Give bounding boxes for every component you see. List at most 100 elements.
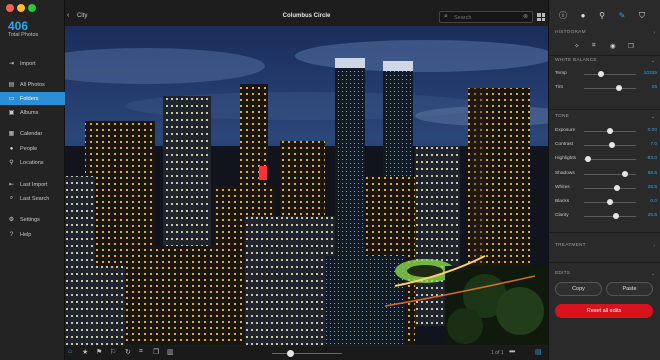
grid-cell bbox=[541, 17, 545, 21]
sidebar-item-label: Calendar bbox=[20, 130, 43, 137]
rotate-icon[interactable]: ↻ bbox=[125, 348, 131, 356]
slider-handle[interactable] bbox=[597, 71, 604, 77]
pencil-edit-icon[interactable]: ✎ bbox=[617, 11, 627, 21]
slider-label: Exposure bbox=[555, 128, 576, 133]
slider-label: Clarity bbox=[555, 213, 569, 218]
star-icon[interactable]: ★ bbox=[82, 348, 88, 356]
slider-temp[interactable]: Temp 10335 bbox=[555, 70, 657, 79]
slider-handle[interactable] bbox=[585, 156, 592, 162]
chevron-down-icon[interactable]: ⌄ bbox=[651, 271, 655, 277]
minimize-window-button[interactable] bbox=[17, 4, 25, 12]
search-input[interactable] bbox=[454, 13, 522, 22]
slider-handle[interactable] bbox=[622, 171, 629, 177]
grid-cell bbox=[541, 13, 545, 17]
slider-clarity[interactable]: Clarity 25.5 bbox=[555, 212, 657, 221]
section-white-balance[interactable]: WHITE BALANCE bbox=[555, 58, 597, 63]
home-icon[interactable]: ⌂ bbox=[68, 348, 72, 355]
slider-value: 28.5 bbox=[647, 185, 657, 190]
panel-toggle-icon[interactable]: ▤ bbox=[535, 348, 542, 356]
sidebar-item-label: Import bbox=[20, 60, 36, 67]
slider-handle[interactable] bbox=[607, 128, 613, 134]
slider-contrast[interactable]: Contrast 7.0 bbox=[555, 141, 657, 150]
reset-all-edits-button[interactable]: Reset all edits bbox=[555, 304, 653, 318]
sidebar-item-people[interactable]: ● People bbox=[0, 142, 65, 155]
sidebar-item-label: Folders bbox=[20, 95, 39, 102]
last-search-icon: ⌕ bbox=[9, 195, 14, 201]
paste-button[interactable]: Paste bbox=[606, 282, 653, 296]
duplicate-icon[interactable]: ❐ bbox=[153, 348, 159, 356]
copy-button[interactable]: Copy bbox=[555, 282, 602, 296]
sidebar-item-help[interactable]: ? Help bbox=[0, 228, 65, 241]
slider-whites[interactable]: Whites 28.5 bbox=[555, 184, 657, 193]
sidebar-item-last-import[interactable]: ⇤ Last Import bbox=[0, 178, 65, 191]
more-icon[interactable]: ••• bbox=[509, 347, 515, 356]
sidebar-item-import[interactable]: ⇥ Import bbox=[0, 57, 65, 70]
chevron-right-icon[interactable]: › bbox=[653, 30, 655, 36]
slider-blacks[interactable]: Blacks 0.0 bbox=[555, 198, 657, 207]
calendar-icon: ▦ bbox=[8, 131, 15, 137]
slider-value: 58.5 bbox=[647, 171, 657, 176]
slider-track[interactable] bbox=[584, 88, 636, 89]
zoom-slider-handle[interactable] bbox=[287, 350, 294, 357]
sidebar-item-settings[interactable]: ⚙ Settings bbox=[0, 213, 65, 226]
sidebar-item-albums[interactable]: ▣ Albums bbox=[0, 106, 65, 119]
search-box[interactable]: ⌕ ⊗ bbox=[439, 11, 533, 23]
slider-shadows[interactable]: Shadows 58.5 bbox=[555, 170, 657, 179]
section-histogram[interactable]: HISTOGRAM bbox=[555, 30, 586, 35]
shield-icon[interactable]: ⛉ bbox=[637, 11, 647, 21]
trash-icon[interactable]: ▥ bbox=[167, 348, 174, 356]
eye-icon[interactable]: ◉ bbox=[610, 42, 616, 50]
slider-handle[interactable] bbox=[616, 85, 623, 91]
divider bbox=[549, 109, 660, 110]
grid-view-button[interactable] bbox=[537, 13, 545, 21]
chevron-down-icon[interactable]: ⌄ bbox=[651, 58, 655, 64]
help-icon: ? bbox=[9, 231, 14, 238]
zoom-slider[interactable] bbox=[272, 353, 342, 354]
top-bar: ‹ City Columbus Circle ⌕ ⊗ bbox=[65, 10, 548, 26]
location-pin-icon[interactable]: ⚲ bbox=[597, 11, 607, 21]
slider-handle[interactable] bbox=[607, 199, 613, 205]
slider-highlights[interactable]: Highlights -83.0 bbox=[555, 155, 657, 164]
slider-track[interactable] bbox=[584, 188, 636, 189]
slider-value: 10335 bbox=[643, 71, 657, 76]
section-treatment[interactable]: TREATMENT bbox=[555, 243, 586, 248]
sidebar-item-label: Locations bbox=[20, 159, 44, 166]
close-window-button[interactable] bbox=[6, 4, 14, 12]
sidebar-item-last-search[interactable]: ⌕ Last Search bbox=[0, 192, 65, 205]
sidebar-item-calendar[interactable]: ▦ Calendar bbox=[0, 127, 65, 140]
copy-icon[interactable]: ❐ bbox=[628, 42, 634, 50]
sidebar-item-folders[interactable]: ▭ Folders bbox=[0, 92, 65, 105]
reject-flag-icon[interactable]: ⚐ bbox=[110, 348, 116, 356]
section-tone[interactable]: TONE bbox=[555, 114, 569, 119]
people-icon: ● bbox=[9, 145, 14, 152]
chevron-right-icon[interactable]: › bbox=[653, 243, 655, 249]
slider-label: Blacks bbox=[555, 199, 570, 204]
slider-exposure[interactable]: Exposure 0.00 bbox=[555, 127, 657, 136]
zoom-window-button[interactable] bbox=[28, 4, 36, 12]
slider-track[interactable] bbox=[584, 159, 636, 160]
sidebar-item-all-photos[interactable]: ▤ All Photos bbox=[0, 78, 65, 91]
flag-icon[interactable]: ⚑ bbox=[96, 348, 102, 356]
slider-track[interactable] bbox=[584, 216, 636, 217]
slider-handle[interactable] bbox=[613, 213, 620, 219]
magic-wand-icon[interactable]: ✧ bbox=[574, 42, 579, 50]
slider-handle[interactable] bbox=[609, 142, 616, 148]
slider-track[interactable] bbox=[584, 74, 636, 75]
slider-tint[interactable]: Tint 55 bbox=[555, 84, 657, 93]
slider-handle[interactable] bbox=[614, 185, 621, 191]
page-indicator: 1 of 1 bbox=[491, 350, 504, 356]
slider-track[interactable] bbox=[584, 174, 636, 175]
sidebar-item-locations[interactable]: ⚲ Locations bbox=[0, 156, 65, 169]
info-icon[interactable]: ⓘ bbox=[558, 11, 568, 21]
crop-icon[interactable]: ⌗ bbox=[139, 348, 143, 356]
edit-panel: ⓘ ● ⚲ ✎ ⛉ HISTOGRAM › ✧ ⌗ ◉ ❐ WHITE BALA… bbox=[548, 0, 660, 360]
section-edits[interactable]: EDITS bbox=[555, 271, 570, 276]
person-icon[interactable]: ● bbox=[578, 11, 588, 21]
gear-icon: ⚙ bbox=[8, 217, 15, 223]
chevron-down-icon[interactable]: ⌄ bbox=[651, 114, 655, 120]
crop-icon[interactable]: ⌗ bbox=[592, 42, 596, 50]
clear-search-icon[interactable]: ⊗ bbox=[523, 13, 528, 20]
folder-icon: ▭ bbox=[8, 96, 15, 102]
photo-viewer[interactable] bbox=[65, 26, 548, 345]
albums-icon: ▣ bbox=[8, 110, 15, 116]
